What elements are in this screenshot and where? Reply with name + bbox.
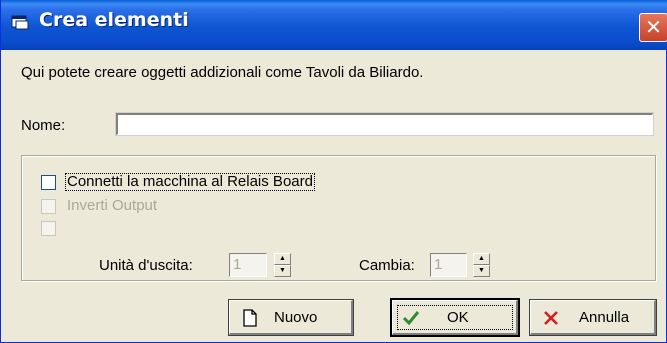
- dialog-window: Crea elementi ✕ Qui potete creare oggett…: [0, 0, 667, 343]
- window-title: Crea elementi: [39, 9, 189, 31]
- spin-up-icon[interactable]: ▲: [473, 253, 490, 265]
- cancel-button[interactable]: Annulla: [529, 299, 657, 336]
- name-label: Nome:: [21, 117, 66, 134]
- close-x-icon: [544, 311, 558, 325]
- spin-down-icon[interactable]: ▼: [274, 265, 291, 277]
- spin-up-icon[interactable]: ▲: [274, 253, 291, 265]
- new-button-label: Nuovo: [274, 309, 318, 326]
- new-document-icon: [243, 309, 257, 327]
- description-text: Qui potete creare oggetti addizionali co…: [21, 64, 424, 81]
- checkmark-icon: [402, 311, 420, 326]
- change-label: Cambia:: [359, 257, 415, 274]
- invert-output-checkbox[interactable]: [41, 199, 56, 214]
- spin-down-icon[interactable]: ▼: [473, 265, 490, 277]
- output-unit-input[interactable]: 1: [229, 253, 267, 277]
- new-button[interactable]: Nuovo: [228, 299, 354, 336]
- ok-button[interactable]: OK: [390, 298, 520, 337]
- change-spinner[interactable]: ▲ ▼: [473, 253, 490, 277]
- name-input[interactable]: [115, 112, 654, 136]
- output-unit-label: Unità d'uscita:: [99, 257, 193, 274]
- connect-relais-label[interactable]: Connetti la macchina al Relais Board: [65, 173, 315, 191]
- title-bar[interactable]: Crea elementi ✕: [1, 0, 667, 50]
- invert-output-label: Inverti Output: [67, 197, 158, 214]
- close-button[interactable]: ✕: [639, 13, 667, 42]
- output-unit-spinner[interactable]: ▲ ▼: [274, 253, 291, 277]
- ok-button-label: OK: [447, 309, 469, 326]
- connect-relais-checkbox[interactable]: [41, 175, 56, 190]
- change-input[interactable]: 1: [430, 253, 467, 277]
- unlabeled-checkbox[interactable]: [41, 221, 56, 236]
- cancel-button-label: Annulla: [579, 309, 630, 326]
- window-icon: [11, 15, 29, 30]
- close-icon: ✕: [645, 15, 662, 39]
